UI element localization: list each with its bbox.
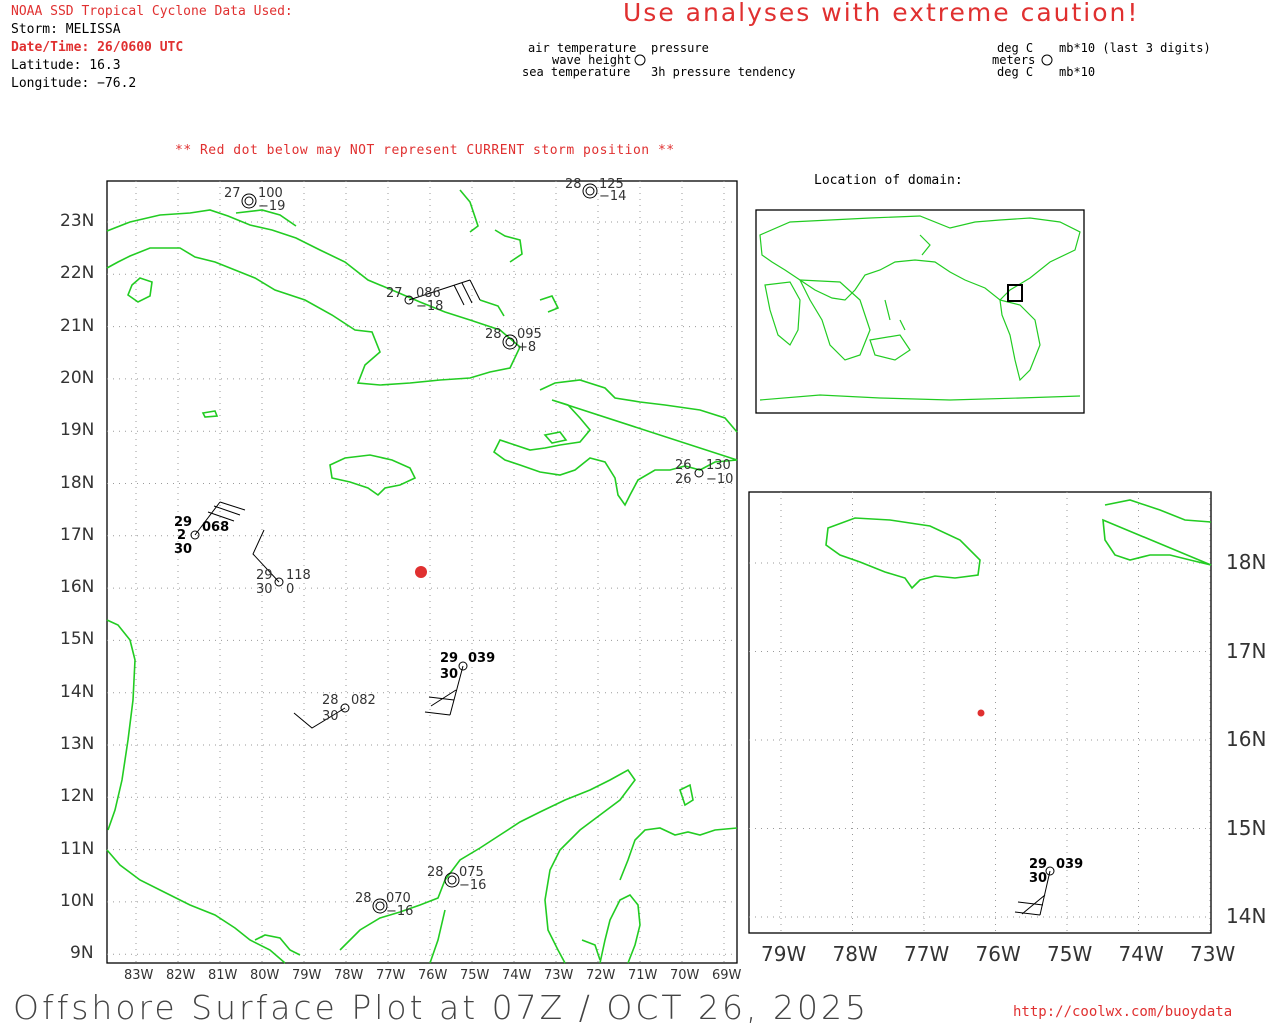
station-tendency: −14 — [599, 189, 627, 204]
latitude-label: 12N — [60, 786, 95, 807]
zoom-latitude-label: 14N — [1226, 904, 1267, 928]
station-tendency: −16 — [459, 878, 487, 893]
station-pressure: 082 — [351, 693, 376, 708]
latitude-label: 22N — [60, 263, 95, 284]
longitude-label: 70W — [670, 968, 700, 983]
latitude-label: 18N — [60, 472, 95, 493]
station-tendency: −19 — [258, 199, 286, 214]
station-wave-height: 2 — [177, 528, 187, 543]
station-air-temp: 26 — [675, 458, 692, 473]
station-air-temp: 28 — [565, 177, 582, 192]
station-sea-temp: 30 — [174, 542, 193, 557]
latitude-label: 17N — [60, 524, 95, 545]
station-air-temp: 29 — [256, 568, 273, 583]
zoom-longitude-label: 75W — [1047, 942, 1093, 966]
latitude-label: 20N — [60, 367, 95, 388]
longitude-label: 74W — [502, 968, 532, 983]
zoom-station-air-temp: 29 — [1029, 857, 1048, 872]
longitude-label: 71W — [628, 968, 658, 983]
longitude-label: 73W — [544, 968, 574, 983]
zoom-longitude-label: 74W — [1118, 942, 1164, 966]
zoom-station-sea-temp: 30 — [1029, 871, 1048, 886]
station-tendency: +8 — [517, 340, 537, 355]
longitude-label: 78W — [334, 968, 364, 983]
zoom-longitude-label: 78W — [832, 942, 878, 966]
station-sea-temp: 30 — [440, 667, 459, 682]
inset-world-map — [755, 209, 1085, 414]
station-pressure: 068 — [202, 520, 230, 535]
zoom-longitude-label: 76W — [975, 942, 1021, 966]
longitude-label: 81W — [208, 968, 238, 983]
station-tendency: 0 — [286, 582, 295, 597]
station-tendency: −18 — [416, 299, 444, 314]
station-pressure: 039 — [468, 651, 496, 666]
legend-station-circle-icon-right — [1041, 54, 1053, 66]
station-sea-temp: 30 — [322, 709, 339, 724]
station-air-temp: 29 — [440, 651, 459, 666]
station-sea-temp: 26 — [675, 472, 692, 487]
longitude-label: 80W — [250, 968, 280, 983]
station-air-temp: 28 — [355, 891, 372, 906]
latitude-label: 19N — [60, 420, 95, 441]
latitude-label: 21N — [60, 315, 95, 336]
longitude-label: 69W — [712, 968, 742, 983]
longitude-label: 72W — [586, 968, 616, 983]
zoom-storm-position-marker — [977, 709, 985, 717]
station-tendency: −10 — [706, 472, 734, 487]
latitude-label: 11N — [60, 838, 95, 859]
longitude-label: 77W — [376, 968, 406, 983]
station-air-temp: 28 — [485, 327, 502, 342]
zoom-longitude-label: 79W — [761, 942, 807, 966]
longitude-label: 82W — [166, 968, 196, 983]
longitude-label: 83W — [124, 968, 154, 983]
zoom-latitude-label: 15N — [1226, 815, 1267, 840]
zoom-latitude-label: 18N — [1226, 550, 1267, 574]
station-pressure: 130 — [706, 458, 731, 473]
source-url-link[interactable]: http://coolwx.com/buoydata — [1013, 1004, 1232, 1020]
latitude-label: 9N — [70, 943, 94, 964]
latitude-label: 16N — [60, 577, 95, 598]
station-tendency: −16 — [386, 904, 414, 919]
station-sea-temp: 30 — [256, 582, 273, 597]
zoom-station-pressure: 039 — [1056, 857, 1084, 872]
longitude-label: 79W — [292, 968, 322, 983]
latitude-label: 23N — [60, 211, 95, 231]
station-air-temp: 27 — [386, 286, 403, 301]
map-canvas — [106, 54, 1212, 964]
station-air-temp: 27 — [224, 186, 241, 201]
latitude-label: 14N — [60, 681, 95, 702]
latitude-label: 13N — [60, 734, 95, 754]
latitude-label: 10N — [60, 890, 95, 911]
latitude-label: 15N — [60, 629, 95, 650]
zoom-map — [748, 491, 1212, 934]
plot-title: Offshore Surface Plot at 07Z / OCT 26, 2… — [13, 988, 869, 1027]
storm-position-marker — [415, 566, 427, 578]
zoom-latitude-label: 17N — [1226, 638, 1267, 663]
station-air-temp: 28 — [322, 693, 339, 708]
zoom-longitude-label: 77W — [904, 942, 950, 966]
longitude-label: 75W — [460, 968, 490, 983]
legend-station-circle-icon — [634, 54, 646, 66]
zoom-longitude-label: 73W — [1190, 942, 1236, 966]
zoom-latitude-label: 16N — [1226, 727, 1267, 751]
station-pressure: 118 — [286, 568, 311, 583]
longitude-label: 76W — [418, 968, 448, 983]
station-air-temp: 28 — [427, 865, 444, 880]
